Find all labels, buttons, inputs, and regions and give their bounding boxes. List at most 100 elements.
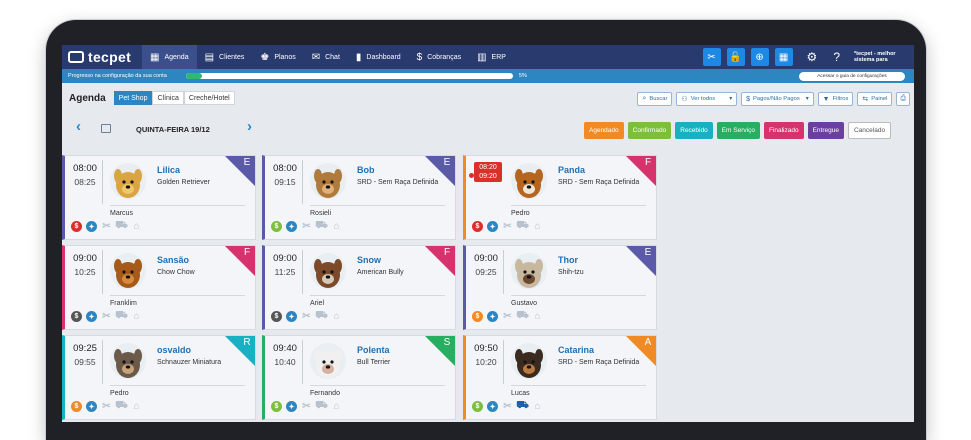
scissors-icon[interactable]: ✂ (101, 311, 112, 322)
status-cancelado[interactable]: Cancelado (847, 122, 892, 139)
medal-icon[interactable]: ✦ (86, 221, 97, 232)
print-button[interactable]: ⎙ (896, 92, 910, 106)
medal-icon[interactable]: ✦ (487, 221, 498, 232)
house-icon[interactable]: ⌂ (331, 401, 342, 412)
calculator-icon[interactable]: ▦ (774, 48, 793, 66)
house-icon[interactable]: ⌂ (131, 311, 142, 322)
nav-item-planos[interactable]: ♚ Planos (252, 45, 303, 69)
pet-avatar[interactable] (310, 253, 346, 289)
appointment-card[interactable]: 08:00 09:15 Bob SRD - Sem Raça Definida Rosi… (262, 155, 456, 240)
tab-creche-hotel[interactable]: Creche/Hotel (183, 91, 235, 105)
nav-item-chat[interactable]: ✉ Chat (304, 45, 348, 69)
paid-filter-dropdown[interactable]: $ Pagos/Não Pagos ▾ (741, 92, 814, 106)
status-confirmado[interactable]: Confirmado (627, 122, 672, 139)
medal-icon[interactable]: ✦ (286, 311, 297, 322)
pet-avatar[interactable] (310, 163, 346, 199)
nav-item-agenda[interactable]: ▦ Agenda (142, 45, 197, 69)
pet-name[interactable]: Panda (558, 165, 585, 175)
payment-icon[interactable]: $ (271, 401, 282, 412)
config-guide-button[interactable]: Acessar o guia de configurações (799, 71, 905, 81)
house-icon[interactable]: ⌂ (131, 221, 142, 232)
payment-icon[interactable]: $ (472, 401, 483, 412)
view-all-dropdown[interactable]: ⚇ Ver todos ▾ (676, 92, 738, 106)
search-button[interactable]: ⌕ Buscar (637, 92, 673, 106)
scissors-icon[interactable]: ✂ (502, 311, 513, 322)
gear-icon[interactable]: ⚙ (807, 50, 818, 64)
pet-name[interactable]: Thor (558, 255, 578, 265)
medal-icon[interactable]: ✦ (86, 401, 97, 412)
medal-icon[interactable]: ✦ (487, 311, 498, 322)
pet-name[interactable]: osvaldo (157, 345, 191, 355)
status-agendado[interactable]: Agendado (584, 122, 624, 139)
scissors-icon[interactable]: ✂ (301, 311, 312, 322)
pet-name[interactable]: Sansão (157, 255, 189, 265)
pet-avatar[interactable] (310, 343, 346, 379)
pet-name[interactable]: Snow (357, 255, 381, 265)
pet-avatar[interactable] (110, 163, 146, 199)
car-icon[interactable]: ⛟ (516, 220, 529, 232)
user-menu[interactable]: *tecpet - melhor sistema para (854, 51, 914, 63)
search-dollar-icon[interactable]: ⊕ (750, 48, 769, 66)
payment-icon[interactable]: $ (472, 221, 483, 232)
payment-icon[interactable]: $ (271, 311, 282, 322)
car-icon[interactable]: ⛟ (516, 310, 529, 322)
nav-item-clientes[interactable]: ▤ Clientes (197, 45, 253, 69)
pet-name[interactable]: Lilica (157, 165, 180, 175)
payment-icon[interactable]: $ (71, 221, 82, 232)
scissors-icon[interactable]: ✂ (502, 221, 513, 232)
prev-day-icon[interactable]: ‹ (76, 118, 81, 135)
car-icon[interactable]: ⛟ (315, 220, 328, 232)
house-icon[interactable]: ⌂ (532, 401, 543, 412)
car-icon[interactable]: ⛟ (516, 400, 529, 412)
house-icon[interactable]: ⌂ (331, 311, 342, 322)
status-recebido[interactable]: Recebido (675, 122, 713, 139)
appointment-card[interactable]: 09:25 09:55 osvaldo Schnauzer Miniatura Pedr… (62, 335, 256, 420)
pet-avatar[interactable] (110, 253, 146, 289)
appointment-card[interactable]: 09:00 11:25 Snow American Bully Ariel F $ ✦ ✂ ⛟ ⌂ (262, 245, 456, 330)
next-day-icon[interactable]: › (247, 118, 252, 135)
scissors-icon[interactable]: ✂ (101, 221, 112, 232)
tab-clinica[interactable]: Clínica (152, 91, 184, 105)
unlock-icon[interactable]: 🔓 (726, 48, 745, 66)
medal-icon[interactable]: ✦ (286, 221, 297, 232)
house-icon[interactable]: ⌂ (532, 221, 543, 232)
house-icon[interactable]: ⌂ (331, 221, 342, 232)
medal-icon[interactable]: ✦ (86, 311, 97, 322)
scissors-icon[interactable]: ✂ (702, 48, 721, 66)
filters-button[interactable]: ▼ Filtros (817, 92, 854, 106)
pet-avatar[interactable] (511, 343, 547, 379)
car-icon[interactable]: ⛟ (115, 400, 128, 412)
pet-avatar[interactable] (511, 163, 547, 199)
tab-pet-shop[interactable]: Pet Shop (113, 91, 153, 105)
appointment-card[interactable]: 08:20 09:20 Panda SRD - Sem Raça Definida Pe… (463, 155, 657, 240)
scissors-icon[interactable]: ✂ (101, 401, 112, 412)
appointment-card[interactable]: 09:40 10:40 Polenta Bull Terrier Fernando S $ ✦… (262, 335, 456, 420)
appointment-card[interactable]: 09:00 10:25 Sansão Chow Chow Franklim F $ ✦ ✂ ⛟ ⌂ (62, 245, 256, 330)
pet-name[interactable]: Catarina (558, 345, 594, 355)
pet-avatar[interactable] (110, 343, 146, 379)
house-icon[interactable]: ⌂ (131, 401, 142, 412)
medal-icon[interactable]: ✦ (286, 401, 297, 412)
help-icon[interactable]: ? (833, 50, 840, 64)
status-entregue[interactable]: Entregue (807, 122, 844, 139)
nav-item-cobranas[interactable]: $ Cobranças (409, 45, 469, 69)
house-icon[interactable]: ⌂ (532, 311, 543, 322)
car-icon[interactable]: ⛟ (315, 310, 328, 322)
nav-item-dashboard[interactable]: ▮ Dashboard (348, 45, 409, 69)
payment-icon[interactable]: $ (71, 401, 82, 412)
scissors-icon[interactable]: ✂ (502, 401, 513, 412)
status-emservio[interactable]: Em Serviço (716, 122, 760, 139)
appointment-card[interactable]: 09:00 09:25 Thor Shih-tzu Gustavo E $ ✦ ✂ ⛟ ⌂ (463, 245, 657, 330)
car-icon[interactable]: ⛟ (115, 220, 128, 232)
pet-avatar[interactable] (511, 253, 547, 289)
scissors-icon[interactable]: ✂ (301, 221, 312, 232)
scissors-icon[interactable]: ✂ (301, 401, 312, 412)
panel-button[interactable]: ⇆ Painel (857, 92, 893, 106)
appointment-card[interactable]: 08:00 08:25 Lilica Golden Retriever Marcus E $… (62, 155, 256, 240)
pet-name[interactable]: Polenta (357, 345, 390, 355)
medal-icon[interactable]: ✦ (487, 401, 498, 412)
appointment-card[interactable]: 09:50 10:20 Catarina SRD - Sem Raça Definid… (463, 335, 657, 420)
status-finalizado[interactable]: Finalizado (763, 122, 804, 139)
nav-item-erp[interactable]: ▥ ERP (469, 45, 514, 69)
payment-icon[interactable]: $ (472, 311, 483, 322)
